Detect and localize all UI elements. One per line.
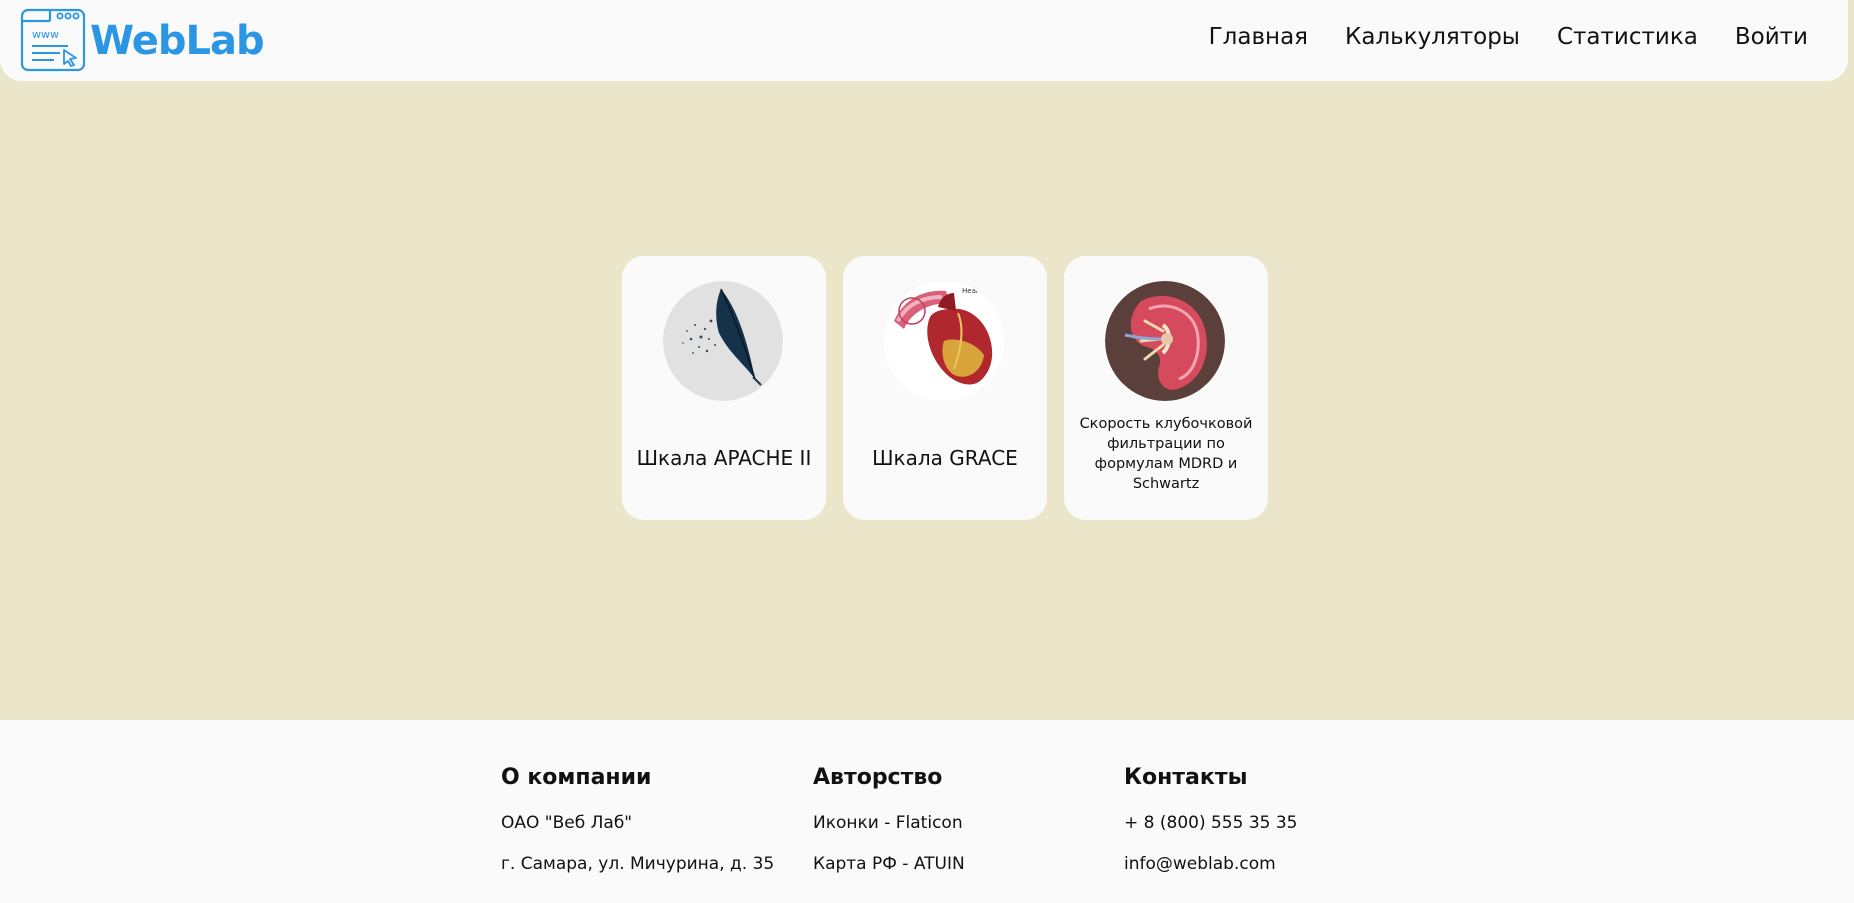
card-title: Скорость клубочковой фильтрации по форму…	[1079, 416, 1253, 492]
card-title: Шкала APACHE II	[636, 446, 812, 470]
heart-image-caption: Heart	[962, 287, 982, 295]
site-footer: О компании ОАО "Веб Лаб" г. Самара, ул. …	[0, 720, 1854, 903]
feather-image	[663, 281, 783, 401]
nav-statistics[interactable]: Статистика	[1557, 20, 1698, 54]
calculator-cards: Шкала APACHE II Heart Шкала GRACE Скорос…	[622, 256, 1268, 520]
footer-map-credit[interactable]: Карта РФ - ATUIN	[813, 854, 965, 874]
nav-home[interactable]: Главная	[1209, 20, 1308, 54]
site-header: www WebLab Главная Калькуляторы Статисти…	[0, 0, 1848, 81]
heart-image: Heart	[884, 281, 1004, 401]
footer-authorship: Авторство Иконки - Flaticon Карта РФ - A…	[813, 765, 965, 895]
footer-about-title: О компании	[501, 765, 652, 790]
footer-contacts-title: Контакты	[1124, 765, 1248, 790]
browser-window-icon: www	[20, 8, 86, 72]
nav-calculators[interactable]: Калькуляторы	[1345, 20, 1520, 54]
card-apache[interactable]: Шкала APACHE II	[622, 256, 826, 520]
footer-icons-credit[interactable]: Иконки - Flaticon	[813, 813, 965, 833]
kidney-image	[1105, 281, 1225, 401]
footer-company-name: ОАО "Веб Лаб"	[501, 813, 633, 834]
footer-authorship-title: Авторство	[813, 765, 943, 790]
footer-address: г. Самара, ул. Мичурина, д. 35	[501, 854, 775, 875]
footer-about: О компании ОАО "Веб Лаб" г. Самара, ул. …	[501, 765, 774, 895]
card-title: Шкала GRACE	[872, 446, 1018, 470]
logo-link[interactable]: www WebLab	[20, 8, 265, 72]
logo-text: WebLab	[90, 18, 265, 64]
nav-login[interactable]: Войти	[1735, 20, 1808, 54]
footer-contacts: Контакты + 8 (800) 555 35 35 info@weblab…	[1124, 765, 1298, 895]
card-gfr[interactable]: Скорость клубочковой фильтрации по форму…	[1064, 256, 1268, 520]
logo-www-text: www	[32, 28, 59, 41]
footer-phone[interactable]: + 8 (800) 555 35 35	[1124, 813, 1298, 833]
main-nav: Главная Калькуляторы Статистика Войти	[1209, 20, 1808, 54]
footer-email[interactable]: info@weblab.com	[1124, 854, 1298, 874]
card-grace[interactable]: Heart Шкала GRACE	[843, 256, 1047, 520]
